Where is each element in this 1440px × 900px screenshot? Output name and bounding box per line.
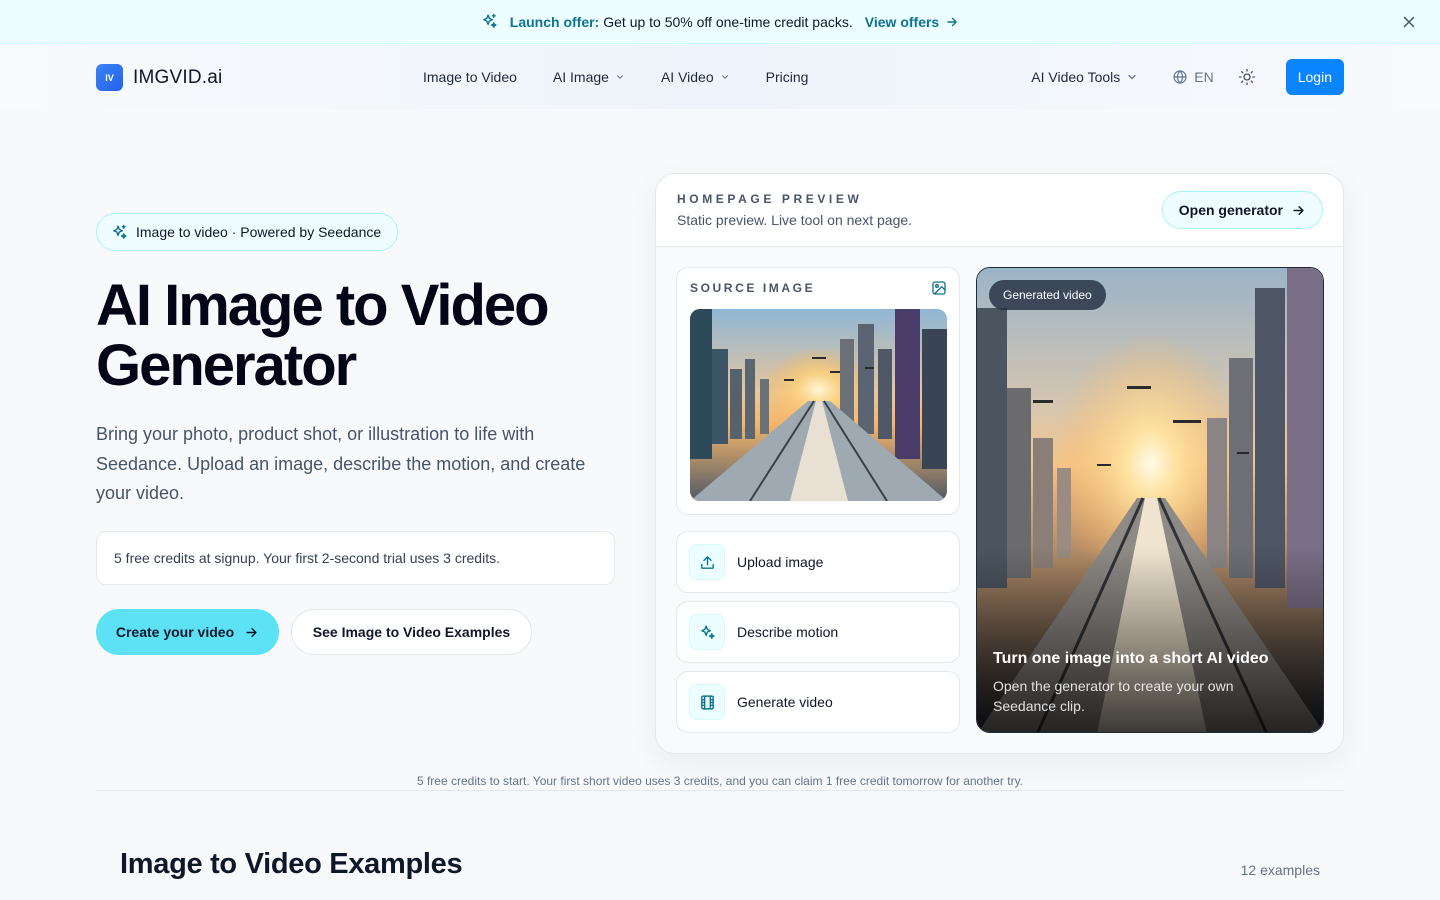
nav-item-label: AI Image — [552, 69, 609, 85]
generated-video-preview[interactable]: Generated video Turn one image into a sh… — [976, 267, 1324, 733]
nav-item-ai-video[interactable]: AI Video — [661, 69, 730, 85]
language-switcher[interactable]: EN — [1172, 69, 1214, 85]
sparkles-icon — [111, 224, 128, 241]
film-icon — [689, 684, 725, 720]
login-button[interactable]: Login — [1285, 59, 1344, 95]
globe-icon — [1173, 70, 1187, 84]
arrow-right-icon — [1293, 205, 1304, 215]
upload-image-step[interactable]: Upload image — [676, 531, 960, 593]
view-offers-link[interactable]: View offers — [865, 14, 959, 30]
ai-video-tools-label: AI Video Tools — [1031, 69, 1121, 85]
upload-icon — [689, 544, 725, 580]
sparkles-icon — [481, 13, 498, 30]
promo-lead: Launch offer: — [509, 13, 600, 30]
preview-body: SOURCE IMAGE Upload image Describe motio… — [656, 247, 1343, 753]
arrow-right-icon — [246, 627, 257, 637]
main-menu: Image to Video AI Image AI Video Pricing — [423, 45, 808, 109]
credits-footnote: 5 free credits to start. Your first shor… — [416, 774, 1024, 788]
arrow-right-icon — [947, 17, 958, 26]
nav-item-label: AI Video — [660, 69, 714, 85]
create-video-button[interactable]: Create your video — [96, 609, 279, 655]
hero-subtitle: Bring your photo, product shot, or illus… — [96, 424, 586, 503]
generate-video-step[interactable]: Generate video — [676, 671, 960, 733]
logo-mark: IV — [96, 64, 123, 91]
step-label: Describe motion — [737, 624, 839, 640]
step-label: Generate video — [737, 694, 833, 710]
open-generator-button[interactable]: Open generator — [1161, 191, 1323, 229]
create-video-label: Create your video — [115, 624, 235, 640]
promo-banner: Launch offer: Get up to 50% off one-time… — [0, 0, 1440, 44]
preview-eyebrow: HOMEPAGE PREVIEW — [677, 192, 863, 206]
image-icon — [931, 280, 947, 296]
nav-actions: AI Video Tools EN Login — [1031, 45, 1344, 109]
preview-description: Static preview. Live tool on next page. — [677, 212, 913, 228]
section-divider — [96, 790, 1344, 791]
chevron-down-icon — [1128, 74, 1136, 80]
hero-badge: Image to video · Powered by Seedance — [96, 213, 399, 251]
sparkles-icon — [689, 614, 725, 650]
logo[interactable]: IV IMGVID.ai — [96, 64, 222, 91]
see-examples-button[interactable]: See Image to Video Examples — [291, 609, 532, 655]
credits-note-text: 5 free credits at signup. Your first 2-s… — [114, 550, 500, 566]
preview-header: HOMEPAGE PREVIEW Static preview. Live to… — [656, 174, 1343, 247]
view-offers-label: View offers — [864, 13, 940, 30]
promo-text: Get up to 50% off one-time credit packs. — [603, 13, 853, 30]
nav-item-pricing[interactable]: Pricing — [766, 69, 809, 85]
video-caption-title: Turn one image into a short AI video — [993, 650, 1269, 667]
nav-item-label: Pricing — [765, 69, 809, 85]
close-icon[interactable] — [1400, 13, 1418, 31]
credits-note: 5 free credits at signup. Your first 2-s… — [96, 531, 615, 585]
top-nav: IV IMGVID.ai Image to Video AI Image AI … — [0, 45, 1440, 109]
step-label: Upload image — [737, 554, 824, 570]
chevron-down-icon — [616, 75, 623, 79]
sun-icon[interactable] — [1238, 68, 1256, 86]
video-caption-description: Open the generator to create your own Se… — [993, 678, 1234, 714]
nav-item-label: Image to Video — [423, 69, 517, 85]
describe-motion-step[interactable]: Describe motion — [676, 601, 960, 663]
generated-video-tag: Generated video — [989, 280, 1106, 310]
chevron-down-icon — [721, 75, 728, 79]
nav-item-ai-image[interactable]: AI Image — [553, 69, 625, 85]
language-label: EN — [1194, 69, 1214, 85]
homepage-preview-card: HOMEPAGE PREVIEW Static preview. Live to… — [655, 173, 1344, 754]
open-generator-label: Open generator — [1178, 202, 1283, 218]
hero-badge-label: Image to video · Powered by Seedance — [136, 224, 382, 240]
source-image-label: SOURCE IMAGE — [690, 281, 816, 295]
brand-name: IMGVID.ai — [133, 66, 223, 88]
ai-video-tools-menu[interactable]: AI Video Tools — [1031, 69, 1138, 85]
examples-heading: Image to Video Examples — [120, 848, 463, 880]
hero-title: AI Image to Video Generator — [96, 273, 550, 398]
examples-count: 12 examples — [1240, 862, 1320, 878]
see-examples-label: See Image to Video Examples — [312, 624, 511, 640]
nav-item-image-to-video[interactable]: Image to Video — [423, 69, 517, 85]
source-image-panel: SOURCE IMAGE — [676, 267, 960, 515]
source-image-thumbnail — [690, 309, 947, 501]
